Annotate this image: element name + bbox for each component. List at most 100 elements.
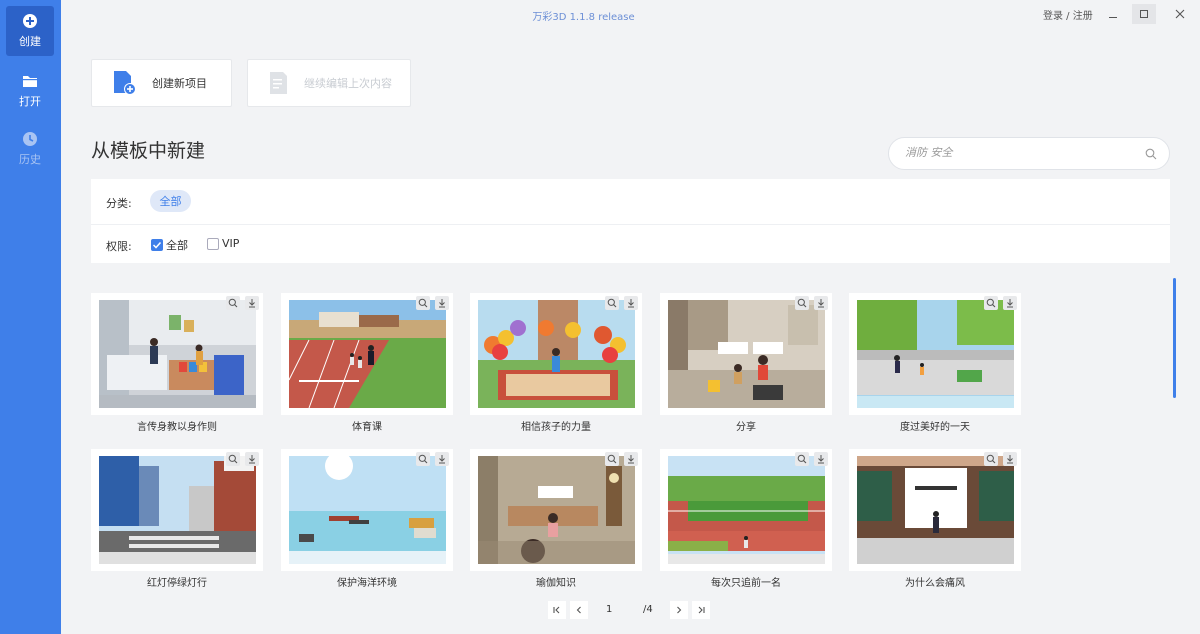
first-page-icon xyxy=(553,606,560,614)
template-card[interactable] xyxy=(470,293,642,415)
permission-label: 权限: xyxy=(106,240,132,253)
folder-icon xyxy=(23,76,37,87)
zoom-icon xyxy=(228,454,238,464)
template-title: 瑜伽知识 xyxy=(536,578,576,589)
download-button[interactable] xyxy=(814,452,828,466)
zoom-icon xyxy=(986,298,996,308)
search-box xyxy=(888,137,1170,170)
zoom-icon xyxy=(986,454,996,464)
template-preview-image xyxy=(289,300,446,408)
template-thumbnail xyxy=(289,456,446,564)
preview-button[interactable] xyxy=(795,296,809,310)
prev-page-button[interactable] xyxy=(570,601,588,619)
template-title: 言传身教以身作则 xyxy=(137,422,217,433)
check-icon xyxy=(152,241,162,249)
template-card[interactable] xyxy=(660,449,832,571)
first-page-button[interactable] xyxy=(548,601,566,619)
download-button[interactable] xyxy=(245,452,259,466)
template-preview-image xyxy=(99,300,256,408)
last-page-icon xyxy=(698,606,705,614)
minimize-button[interactable] xyxy=(1101,4,1125,24)
download-icon xyxy=(439,455,445,464)
continue-editing-label: 继续编辑上次内容 xyxy=(304,77,392,90)
login-register-link[interactable]: 登录 / 注册 xyxy=(1043,7,1093,22)
template-card[interactable] xyxy=(470,449,642,571)
download-icon xyxy=(1007,299,1013,308)
download-button[interactable] xyxy=(814,296,828,310)
sidebar-item-create[interactable]: 创建 xyxy=(6,6,54,56)
sidebar: 创建 打开 历史 xyxy=(0,0,61,634)
download-icon xyxy=(818,299,824,308)
template-card[interactable] xyxy=(91,293,263,415)
create-new-project-label: 创建新项目 xyxy=(152,77,207,90)
permission-vip-label: VIP xyxy=(222,237,240,250)
template-card[interactable] xyxy=(849,293,1021,415)
scrollbar-thumb[interactable] xyxy=(1173,278,1176,398)
checkbox-checked[interactable] xyxy=(151,239,163,251)
maximize-icon xyxy=(1140,10,1148,18)
template-thumbnail xyxy=(857,300,1014,408)
search-icon[interactable] xyxy=(1145,148,1157,160)
preview-button[interactable] xyxy=(795,452,809,466)
section-title: 从模板中新建 xyxy=(91,140,206,162)
continue-editing-button[interactable]: 继续编辑上次内容 xyxy=(247,59,411,107)
download-button[interactable] xyxy=(1003,296,1017,310)
download-button[interactable] xyxy=(624,452,638,466)
template-title: 度过美好的一天 xyxy=(900,422,970,433)
sidebar-item-open[interactable]: 打开 xyxy=(6,66,54,116)
download-button[interactable] xyxy=(624,296,638,310)
template-thumbnail xyxy=(478,456,635,564)
template-title: 体育课 xyxy=(352,422,382,433)
template-thumbnail xyxy=(857,456,1014,564)
category-label: 分类: xyxy=(106,197,132,210)
preview-button[interactable] xyxy=(984,452,998,466)
template-card[interactable] xyxy=(91,449,263,571)
preview-button[interactable] xyxy=(226,296,240,310)
download-button[interactable] xyxy=(245,296,259,310)
total-pages: /4 xyxy=(643,604,653,615)
template-card[interactable] xyxy=(849,449,1021,571)
filter-panel: 分类: 全部 权限: 全部 VIP xyxy=(91,179,1170,263)
download-button[interactable] xyxy=(435,452,449,466)
current-page[interactable]: 1 xyxy=(606,604,612,615)
app-title: 万彩3D 1.1.8 release xyxy=(532,12,635,23)
preview-button[interactable] xyxy=(416,296,430,310)
template-title: 红灯停绿灯行 xyxy=(147,578,207,589)
permission-all-label: 全部 xyxy=(166,239,188,252)
preview-button[interactable] xyxy=(605,452,619,466)
download-icon xyxy=(249,455,255,464)
zoom-icon xyxy=(228,298,238,308)
permission-vip-checkbox[interactable]: VIP xyxy=(207,237,239,250)
close-button[interactable] xyxy=(1168,4,1192,24)
template-preview-image xyxy=(668,300,825,408)
preview-button[interactable] xyxy=(605,296,619,310)
download-button[interactable] xyxy=(435,296,449,310)
template-title: 分享 xyxy=(736,422,756,433)
maximize-button[interactable] xyxy=(1132,4,1156,24)
template-card[interactable] xyxy=(281,449,453,571)
search-input[interactable] xyxy=(905,146,1135,159)
checkbox-unchecked[interactable] xyxy=(207,237,219,250)
preview-button[interactable] xyxy=(984,296,998,310)
edit-file-icon xyxy=(270,72,287,94)
sidebar-item-history[interactable]: 历史 xyxy=(6,124,54,174)
template-preview-image xyxy=(99,456,256,564)
category-all-pill[interactable]: 全部 xyxy=(150,190,191,212)
clock-icon xyxy=(23,132,37,146)
template-preview-image xyxy=(857,300,1014,408)
preview-button[interactable] xyxy=(226,452,240,466)
download-icon xyxy=(628,455,634,464)
template-thumbnail xyxy=(668,300,825,408)
chevron-left-icon xyxy=(576,606,581,614)
template-card[interactable] xyxy=(660,293,832,415)
download-button[interactable] xyxy=(1003,452,1017,466)
template-title: 保护海洋环境 xyxy=(337,578,397,589)
preview-button[interactable] xyxy=(416,452,430,466)
create-new-project-button[interactable]: 创建新项目 xyxy=(91,59,232,107)
last-page-button[interactable] xyxy=(692,601,710,619)
minimize-icon xyxy=(1109,17,1117,18)
title-bar: 万彩3D 1.1.8 release 登录 / 注册 xyxy=(61,0,1200,28)
next-page-button[interactable] xyxy=(670,601,688,619)
template-card[interactable] xyxy=(281,293,453,415)
permission-all-checkbox[interactable]: 全部 xyxy=(151,237,188,253)
